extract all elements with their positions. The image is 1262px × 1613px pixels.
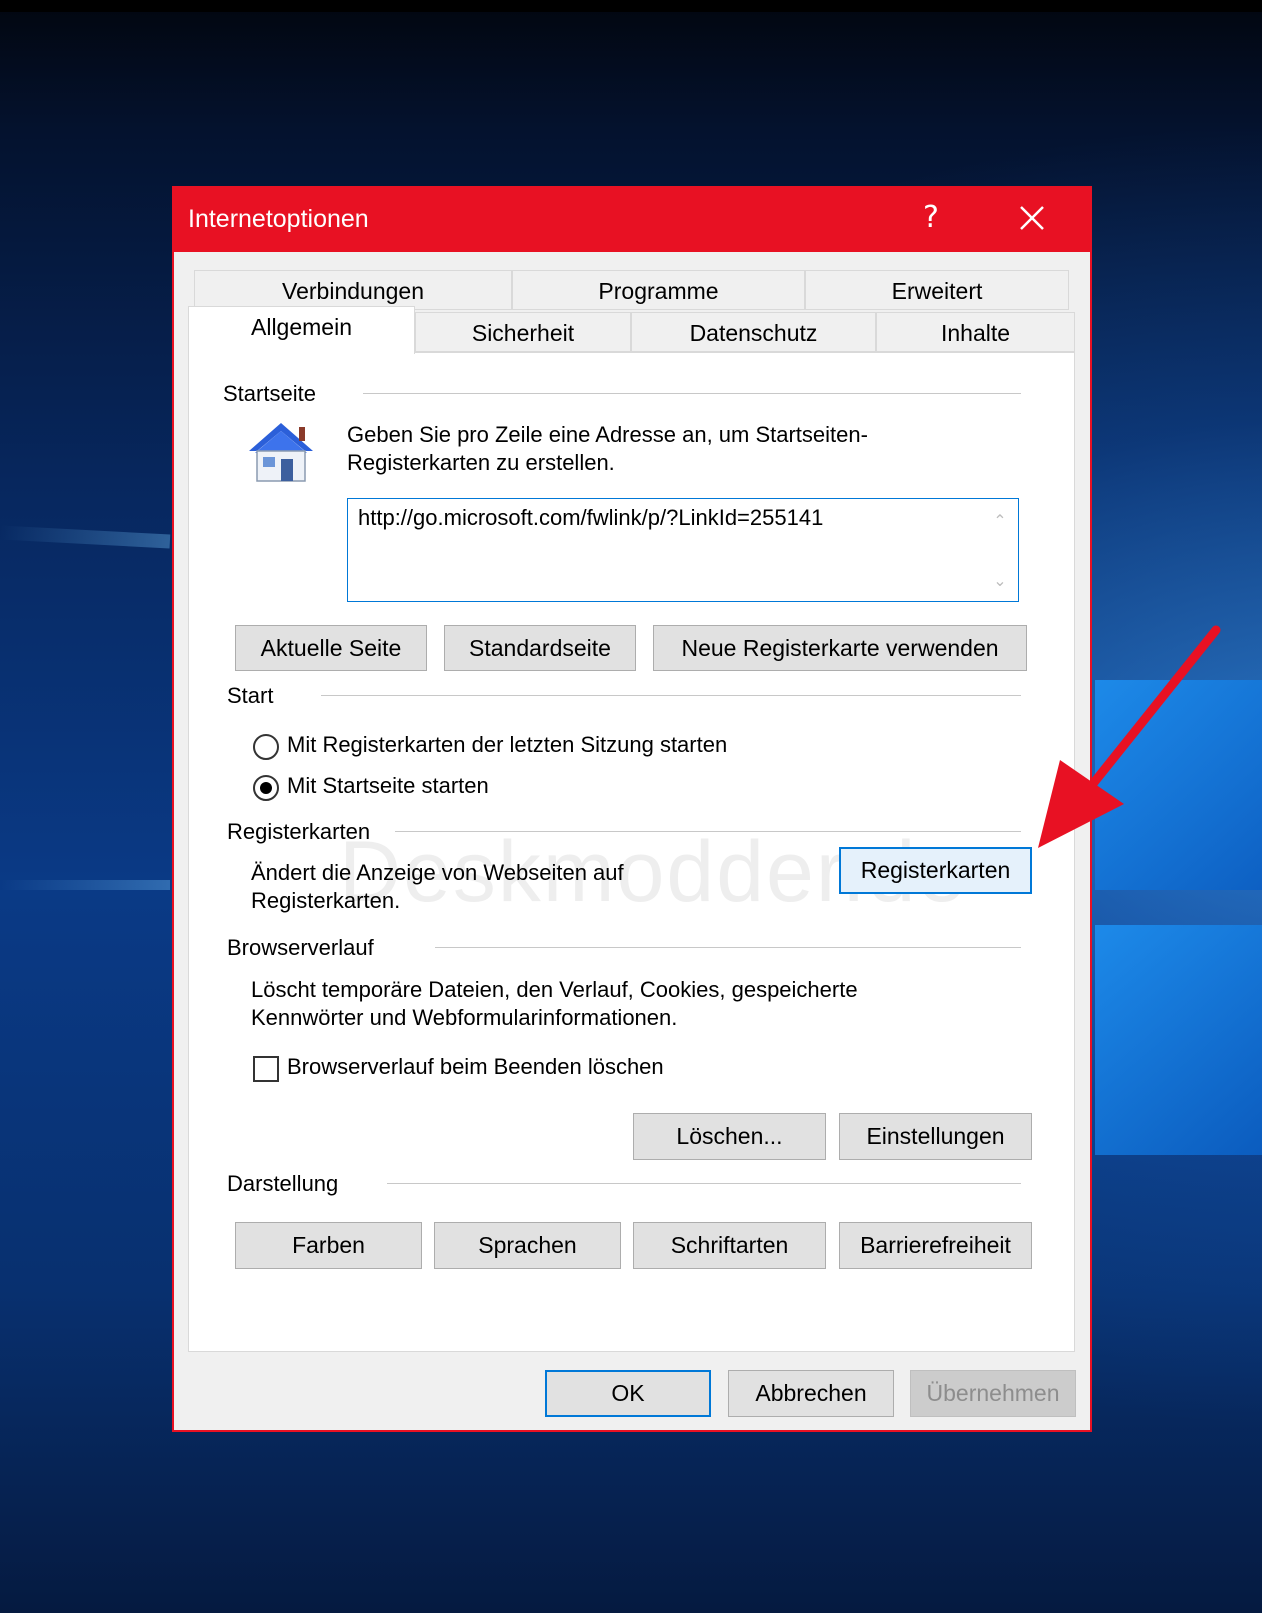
registerkarten-description-line1: Ändert die Anzeige von Webseiten auf [251,860,624,885]
darstellung-group-label: Darstellung [227,1171,339,1196]
light-beam [0,525,171,549]
light-beam [0,880,170,890]
tabs-settings-button[interactable]: Registerkarten [839,847,1032,894]
top-edge [0,0,1262,12]
registerkarten-group-label: Registerkarten [227,819,371,844]
tab-inhalte[interactable]: Inhalte [876,312,1075,352]
history-settings-button[interactable]: Einstellungen [839,1113,1032,1160]
internet-options-dialog: Internetoptionen ? Verbindungen Programm… [172,186,1092,1432]
startseite-description-line1: Geben Sie pro Zeile eine Adresse an, um … [347,422,868,447]
current-page-button[interactable]: Aktuelle Seite [235,625,427,671]
registerkarten-description-line2: Registerkarten. [251,888,401,913]
default-page-button[interactable]: Standardseite [444,625,636,671]
tab-erweitert[interactable]: Erweitert [805,270,1069,310]
tab-programme[interactable]: Programme [512,270,805,310]
browserverlauf-group-label: Browserverlauf [227,935,374,960]
fonts-button[interactable]: Schriftarten [633,1222,826,1269]
delete-history-on-exit-checkbox[interactable] [253,1056,279,1082]
radio-last-session[interactable] [253,734,279,760]
window-logo-pane [1095,925,1262,1155]
colors-button[interactable]: Farben [235,1222,422,1269]
tab-datenschutz[interactable]: Datenschutz [631,312,876,352]
tab-sicherheit[interactable]: Sicherheit [415,312,631,352]
homepage-address-field[interactable]: http://go.microsoft.com/fwlink/p/?LinkId… [347,498,1019,602]
close-icon[interactable] [1012,198,1052,238]
radio-selected-dot [260,782,272,794]
startseite-separator [363,393,1021,394]
general-tab-panel: Deskmodder.de Startseite Geben Sie pro Z… [188,352,1075,1352]
languages-button[interactable]: Sprachen [434,1222,621,1269]
apply-button[interactable]: Übernehmen [910,1370,1076,1417]
use-new-tab-button[interactable]: Neue Registerkarte verwenden [653,625,1027,671]
home-icon [249,423,313,482]
registerkarten-separator [395,831,1021,832]
scroll-down-icon[interactable]: ⌄ [990,571,1010,591]
darstellung-separator [387,1183,1021,1184]
browserverlauf-separator [435,947,1021,948]
start-group-label: Start [227,683,274,708]
tab-verbindungen[interactable]: Verbindungen [194,270,512,310]
scroll-up-icon[interactable]: ⌃ [990,511,1010,531]
radio-last-session-label[interactable]: Mit Registerkarten der letzten Sitzung s… [287,731,727,759]
annotation-arrow-icon [1038,625,1221,848]
cancel-button[interactable]: Abbrechen [728,1370,894,1417]
browserverlauf-description-line1: Löscht temporäre Dateien, den Verlauf, C… [251,977,858,1002]
radio-start-page[interactable] [253,775,279,801]
browserverlauf-description-line2: Kennwörter und Webformularinformationen. [251,1005,678,1030]
startseite-group-label: Startseite [223,381,316,406]
title-bar: Internetoptionen ? [174,188,1090,252]
homepage-address-value: http://go.microsoft.com/fwlink/p/?LinkId… [358,505,824,530]
radio-start-page-label[interactable]: Mit Startseite starten [287,772,489,800]
help-icon[interactable]: ? [911,200,951,235]
accessibility-button[interactable]: Barrierefreiheit [839,1222,1032,1269]
start-separator [321,695,1021,696]
ok-button[interactable]: OK [545,1370,711,1417]
window-title: Internetoptionen [188,205,369,233]
delete-history-on-exit-label[interactable]: Browserverlauf beim Beenden löschen [287,1053,664,1081]
delete-button[interactable]: Löschen... [633,1113,826,1160]
tab-allgemein[interactable]: Allgemein [188,306,415,354]
startseite-description-line2: Registerkarten zu erstellen. [347,450,615,475]
